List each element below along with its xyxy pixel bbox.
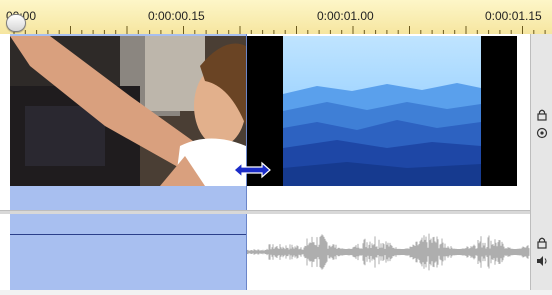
video-thumbnail-woman xyxy=(10,36,246,186)
eye-icon[interactable] xyxy=(535,126,549,140)
volume-line[interactable] xyxy=(10,234,246,235)
trim-cursor-double-arrow-icon xyxy=(233,161,271,179)
video-clip-mountains[interactable] xyxy=(247,34,530,210)
ruler-label-100: 0:00:01.00 xyxy=(317,9,374,23)
playhead-handle[interactable] xyxy=(6,14,26,32)
audio-lock-icon[interactable] xyxy=(535,236,549,250)
speaker-icon[interactable] xyxy=(535,254,549,268)
video-track xyxy=(0,34,530,211)
timeline-ruler[interactable]: 00:00 0:00:00.15 0:00:01.00 0:00:01.15 xyxy=(0,0,552,35)
audio-track xyxy=(0,214,530,290)
audio-clip-waveform[interactable] xyxy=(246,214,530,290)
audio-waveform xyxy=(246,233,530,271)
track-side-panel xyxy=(530,34,552,290)
audio-clip-selected[interactable] xyxy=(10,214,247,290)
video-clip-selected[interactable] xyxy=(10,34,247,210)
ruler-ticks xyxy=(13,26,546,34)
video-lock-icon[interactable] xyxy=(535,108,549,122)
ruler-label-115: 0:00:01.15 xyxy=(485,9,542,23)
video-thumbnail-mountains xyxy=(247,36,517,186)
ruler-label-15: 0:00:00.15 xyxy=(148,9,205,23)
